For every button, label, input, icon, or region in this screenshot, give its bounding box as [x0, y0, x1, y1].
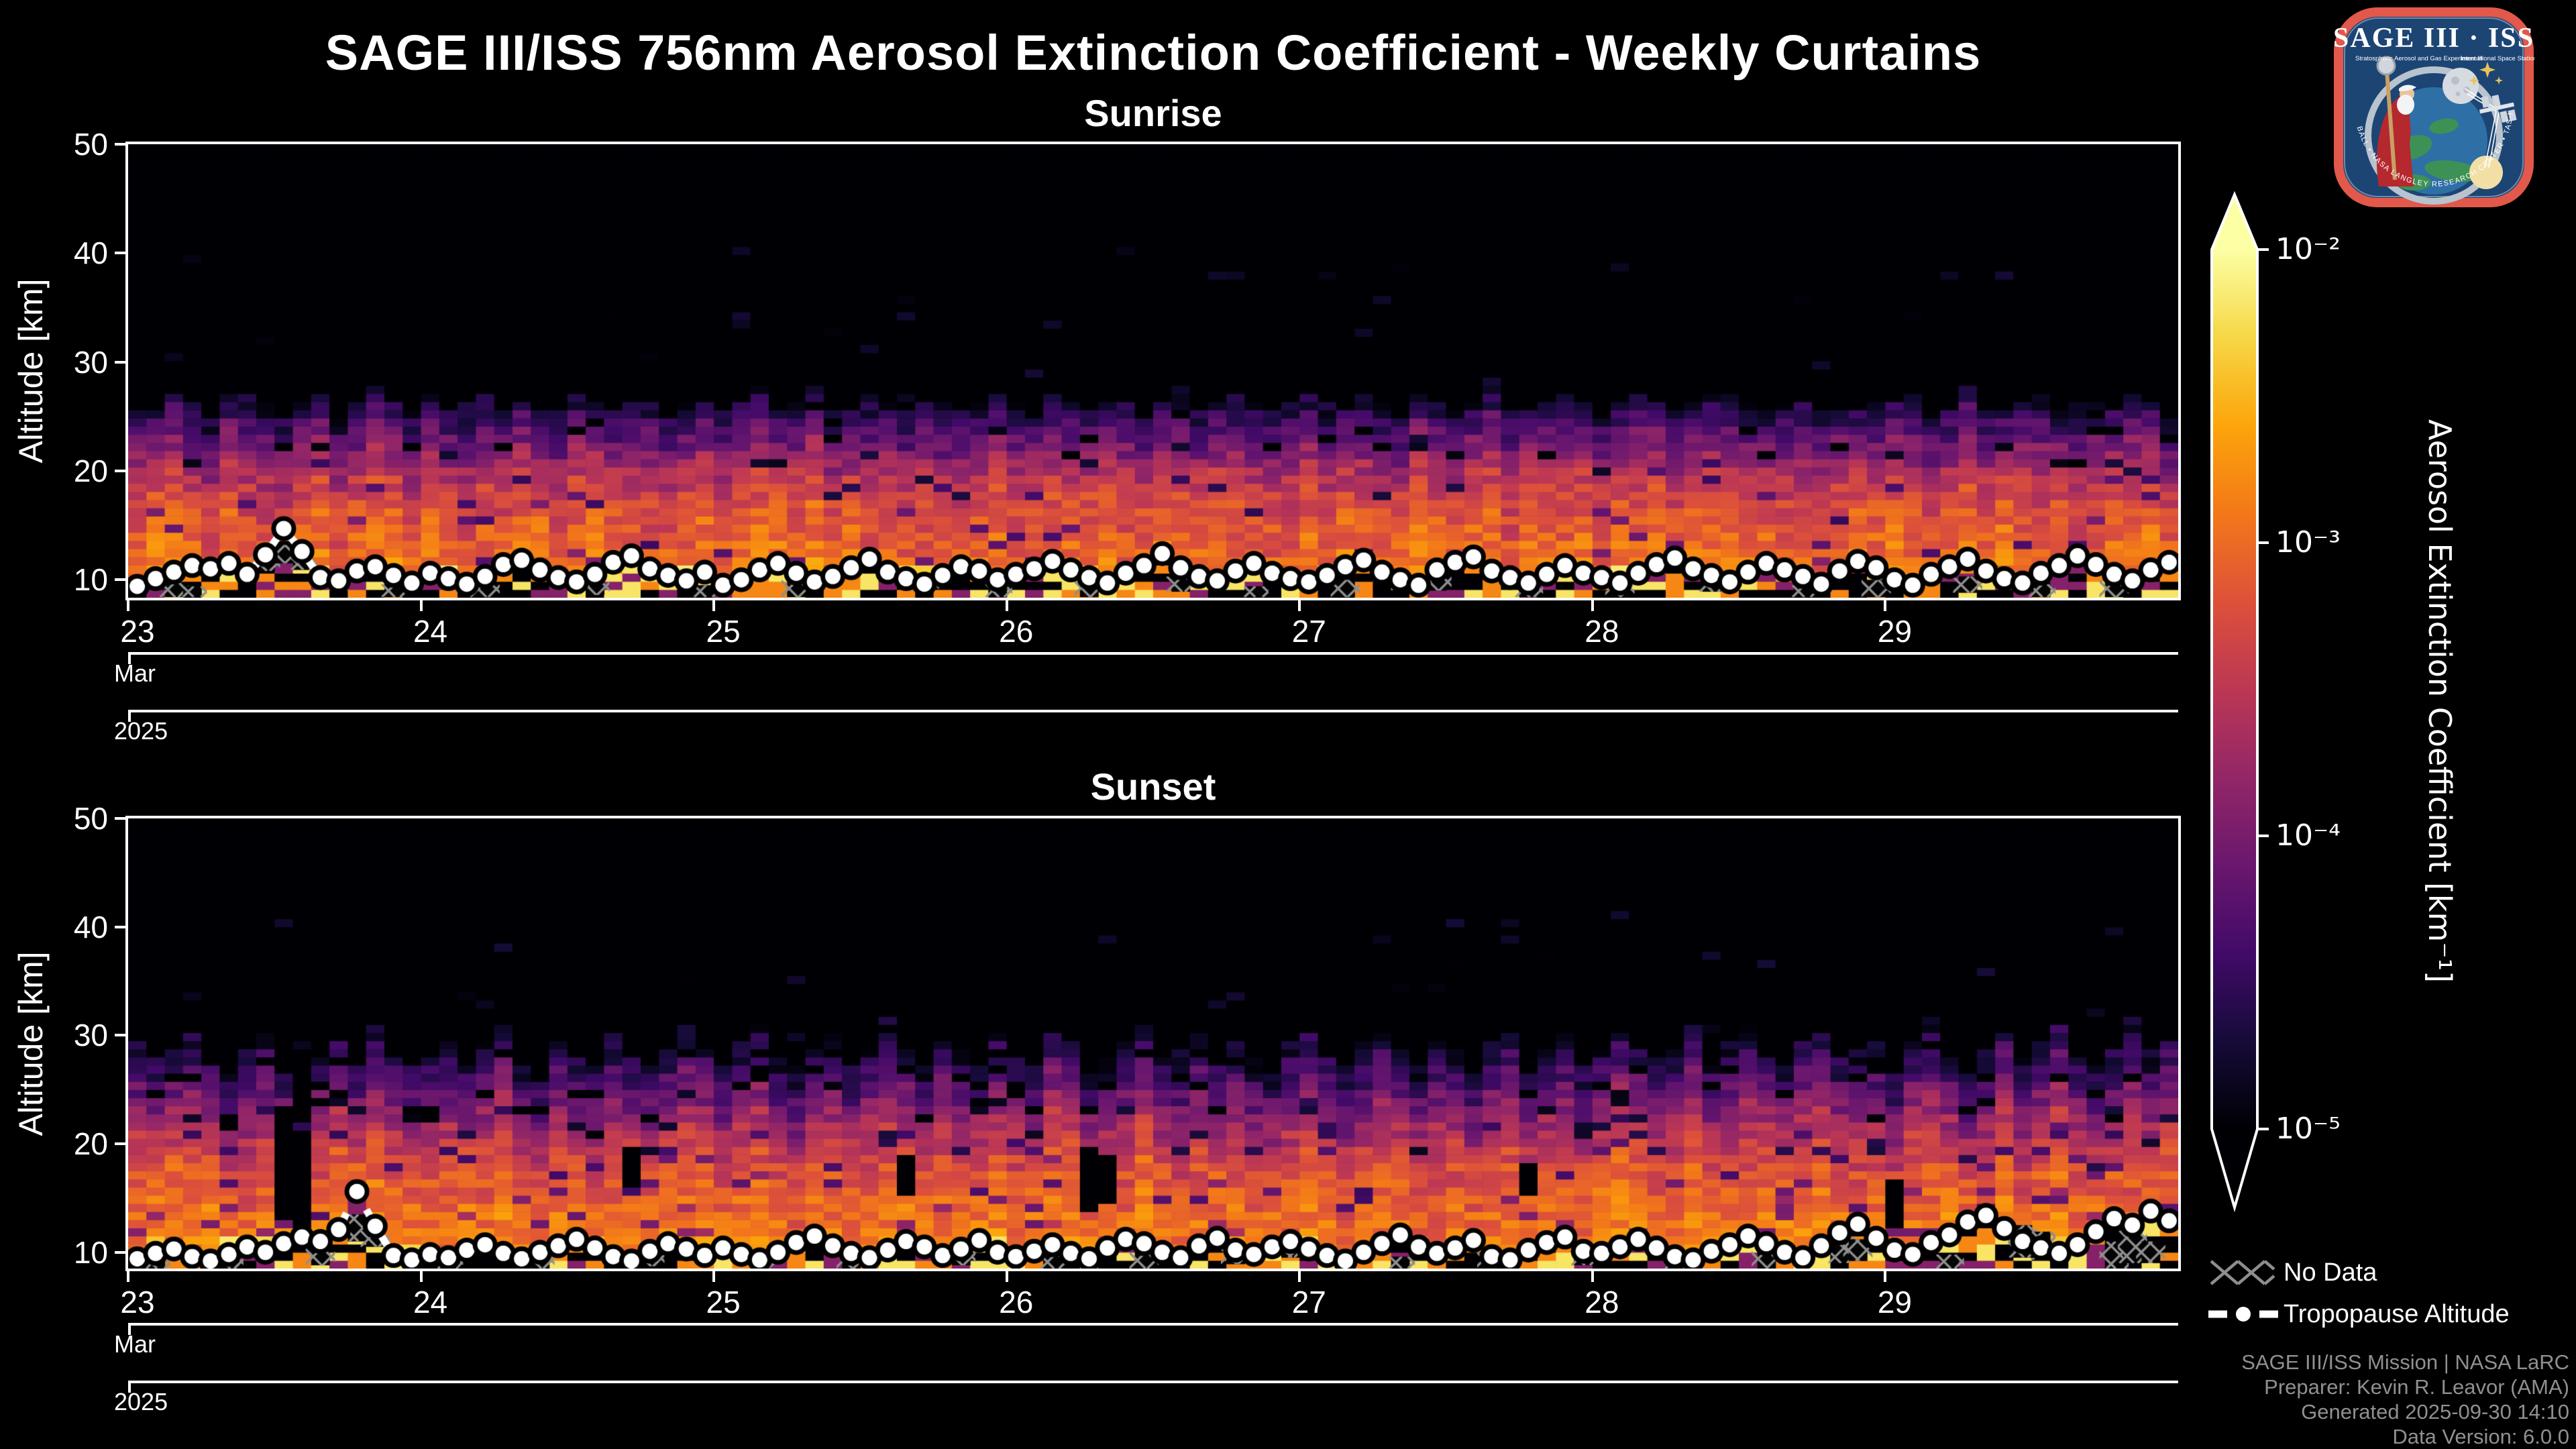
colorbar-tick-label: 10⁻²: [2275, 232, 2341, 267]
sunset-plot-frame: [125, 816, 2181, 1271]
x-tick-label: 25: [683, 1285, 763, 1320]
year-separator-line: [128, 710, 2178, 712]
x-tick: [420, 1269, 423, 1282]
colorbar-tick-label: 10⁻⁴: [2275, 818, 2341, 853]
x-tick-label: 29: [1854, 1285, 1935, 1320]
x-tick: [1006, 598, 1008, 611]
footer-generated-line: Generated 2025-09-30 14:10: [2241, 1399, 2569, 1424]
logo-title: SAGE III · ISS: [2333, 23, 2534, 54]
y-tick: [115, 361, 128, 364]
x-tick-label: 23: [97, 614, 178, 649]
x-tick-label: 28: [1562, 1285, 1642, 1320]
x-tick-label: 23: [97, 1285, 178, 1320]
x-tick-label: 25: [683, 614, 763, 649]
y-tick-label: 20: [34, 1126, 108, 1161]
page-title: SAGE III/ISS 756nm Aerosol Extinction Co…: [128, 24, 2178, 81]
colorbar-axis-label: Aerosol Extinction Coefficient [km⁻¹]: [2422, 419, 2458, 983]
y-tick: [115, 1034, 128, 1036]
x-tick: [712, 1269, 715, 1282]
colorbar-tick-label: 10⁻⁵: [2275, 1112, 2341, 1146]
sunrise-heatmap-canvas: [128, 144, 2178, 598]
tropopause-legend-icon: [2206, 1297, 2281, 1331]
x-tick-label: 24: [390, 614, 471, 649]
y-tick: [115, 1251, 128, 1254]
mission-patch-logo: SAGE III · ISS Stratospheric Aerosol and…: [2333, 7, 2534, 208]
y-tick: [115, 470, 128, 472]
y-tick-label: 40: [34, 910, 108, 945]
x-tick: [1591, 1269, 1594, 1282]
y-tick-label: 50: [34, 801, 108, 836]
x-tick: [1884, 1269, 1886, 1282]
x-tick: [127, 598, 129, 611]
year-label: 2025: [114, 718, 168, 745]
footer-version-line: Data Version: 6.0.0: [2241, 1424, 2569, 1449]
x-tick: [420, 598, 423, 611]
x-tick: [1884, 598, 1886, 611]
panel-title-sunset: Sunset: [128, 765, 2178, 808]
footer-preparer-line: Preparer: Kevin R. Leavor (AMA): [2241, 1375, 2569, 1399]
year-separator-line: [128, 1381, 2178, 1383]
sunset-heatmap-canvas: [128, 818, 2178, 1269]
y-tick: [115, 926, 128, 928]
sunrise-plot-frame: [125, 142, 2181, 600]
footer-mission-line: SAGE III/ISS Mission | NASA LaRC: [2241, 1350, 2569, 1375]
no-data-legend-label: No Data: [2284, 1256, 2377, 1289]
year-label: 2025: [114, 1389, 168, 1415]
y-tick: [115, 252, 128, 254]
x-tick: [1298, 598, 1301, 611]
colorbar-ticks: [2258, 250, 2269, 1129]
x-tick: [127, 1269, 129, 1282]
month-separator-line: [128, 1323, 2178, 1326]
month-label: Mar: [114, 660, 156, 687]
x-tick: [712, 598, 715, 611]
logo-moon-icon: [2443, 68, 2479, 104]
x-tick-label: 29: [1854, 614, 1935, 649]
x-tick: [1591, 598, 1594, 611]
colorbar: [2194, 181, 2288, 1228]
y-tick-label: 10: [34, 562, 108, 597]
y-tick-label: 30: [34, 345, 108, 380]
colorbar-tick-label: 10⁻³: [2275, 525, 2341, 560]
panel-title-sunrise: Sunrise: [128, 91, 2178, 135]
x-tick-label: 27: [1269, 614, 1349, 649]
logo-subtitle2: International Space Station: [2461, 55, 2534, 62]
y-tick: [115, 1142, 128, 1145]
x-tick-label: 27: [1269, 1285, 1349, 1320]
y-tick: [115, 817, 128, 820]
y-tick-label: 40: [34, 235, 108, 270]
y-tick: [115, 578, 128, 581]
y-tick-label: 10: [34, 1235, 108, 1270]
no-data-legend-icon: [2208, 1256, 2275, 1289]
x-tick-label: 26: [976, 614, 1057, 649]
y-tick-label: 50: [34, 127, 108, 162]
tropopause-legend-label: Tropopause Altitude: [2284, 1298, 2510, 1330]
colorbar-gradient-arrow: [2212, 195, 2257, 1208]
x-tick-label: 24: [390, 1285, 471, 1320]
y-tick-label: 30: [34, 1018, 108, 1053]
y-tick-label: 20: [34, 453, 108, 488]
x-tick-label: 28: [1562, 614, 1642, 649]
x-tick: [1006, 1269, 1008, 1282]
month-separator-line: [128, 652, 2178, 655]
x-tick: [1298, 1269, 1301, 1282]
x-tick-label: 26: [976, 1285, 1057, 1320]
footer-credits: SAGE III/ISS Mission | NASA LaRC Prepare…: [2241, 1350, 2569, 1449]
y-tick: [115, 143, 128, 146]
month-label: Mar: [114, 1331, 156, 1358]
